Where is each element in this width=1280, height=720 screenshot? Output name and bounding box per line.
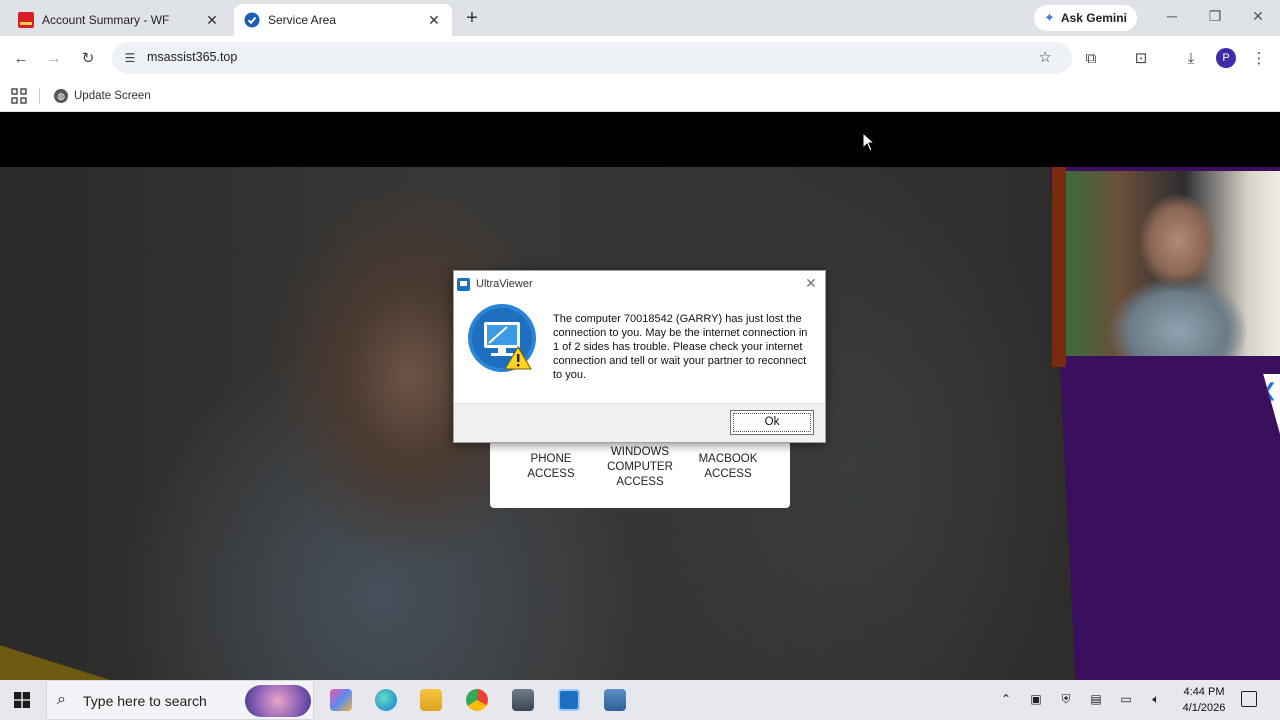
bookmark-label: Update Screen: [74, 90, 151, 102]
file-explorer-icon[interactable]: [420, 689, 442, 711]
forward-arrow-icon[interactable]: →: [43, 48, 65, 70]
monitor-warning-icon: [468, 304, 536, 372]
tray-app-icon[interactable]: ▣: [1028, 692, 1044, 706]
restore-icon[interactable]: ❐: [1205, 8, 1225, 25]
ultraviewer-dialog: UltraViewer ✕ The computer 70018542 (GAR…: [453, 270, 826, 443]
network-icon[interactable]: ▭: [1118, 692, 1134, 706]
camera-app-icon[interactable]: [512, 689, 534, 711]
bookmark-star-icon[interactable]: ☆: [1039, 48, 1052, 66]
clock-time: 4:44 PM: [1183, 686, 1225, 698]
ok-button[interactable]: Ok: [730, 410, 814, 435]
notification-center-icon[interactable]: [1241, 691, 1257, 707]
clock-date: 4/1/2026: [1182, 702, 1226, 714]
dialog-close-icon[interactable]: ✕: [803, 275, 819, 292]
wf-favicon-icon: [18, 12, 34, 28]
service-favicon-icon: [244, 12, 260, 28]
taskbar-clock[interactable]: 4:44 PM 4/1/2026: [1176, 684, 1232, 716]
ask-gemini-label: Ask Gemini: [1060, 11, 1127, 25]
address-bar[interactable]: ☰ msassist365.top ☆: [112, 42, 1072, 74]
search-highlight-icon[interactable]: [245, 685, 311, 717]
mouse-cursor-icon: [862, 132, 876, 152]
tray-security-icon[interactable]: ⛨: [1058, 692, 1074, 707]
bookmark-separator: [39, 88, 40, 104]
new-tab-button[interactable]: +: [462, 8, 482, 28]
copilot-icon[interactable]: [330, 689, 352, 711]
menu-kebab-icon[interactable]: ⋮: [1248, 48, 1270, 70]
site-settings-icon[interactable]: ☰: [122, 50, 138, 66]
windows-start-icon[interactable]: [14, 692, 30, 708]
globe-icon: ◍: [54, 89, 68, 103]
search-placeholder: Type here to search: [83, 693, 207, 709]
browser-toolbar: ← → ↻ ☰ msassist365.top ☆ ⧉ ⊡ ⤓ P ⋮: [0, 36, 1280, 80]
ultraviewer-app-icon: [457, 278, 470, 291]
dialog-titlebar: UltraViewer ✕: [454, 271, 825, 299]
download-icon[interactable]: ⤓: [1180, 48, 1202, 70]
tray-device-icon[interactable]: ▤: [1088, 692, 1104, 706]
search-icon: ⌕: [57, 691, 66, 708]
windows-access-option[interactable]: WINDOWS COMPUTER ACCESS: [595, 445, 685, 490]
taskbar-search[interactable]: ⌕ Type here to search: [46, 680, 314, 720]
tab-strip: Account Summary - WF ✕ Service Area ✕ + …: [0, 0, 1280, 36]
page-header-bar: [0, 112, 1280, 167]
extensions-icon[interactable]: ⧉: [1080, 48, 1102, 70]
dialog-title: UltraViewer: [476, 278, 533, 290]
remote-tool-icon[interactable]: [604, 689, 626, 711]
tab-search-icon[interactable]: ⊡: [1130, 48, 1152, 70]
apps-grid-icon[interactable]: [11, 88, 27, 104]
close-window-icon[interactable]: ✕: [1248, 8, 1268, 25]
dialog-message: The computer 70018542 (GARRY) has just l…: [553, 313, 808, 381]
tab-service-area[interactable]: Service Area ✕: [234, 4, 452, 36]
url-text[interactable]: msassist365.top: [147, 50, 237, 64]
tab-account-summary[interactable]: Account Summary - WF ✕: [8, 4, 230, 36]
reload-icon[interactable]: ↻: [77, 48, 99, 70]
tab-title: Account Summary - WF: [42, 13, 170, 27]
phone-access-option[interactable]: PHONE ACCESS: [506, 452, 596, 482]
windows-taskbar: ⌕ Type here to search ⌃ ▣ ⛨ ▤ ▭ 🔈︎ 4:44 …: [0, 680, 1280, 720]
minimize-icon[interactable]: ─: [1162, 8, 1182, 24]
ultraviewer-taskbar-icon[interactable]: [558, 689, 580, 711]
decorative-strip: [1052, 167, 1066, 367]
close-tab-icon[interactable]: ✕: [204, 12, 220, 29]
macbook-access-option[interactable]: MACBOOK ACCESS: [683, 452, 773, 482]
profile-avatar[interactable]: P: [1216, 48, 1236, 68]
gemini-sparkle-icon: ✦: [1044, 10, 1055, 25]
access-options-card: PHONE ACCESS WINDOWS COMPUTER ACCESS MACBOO…: [490, 441, 790, 508]
tab-title: Service Area: [268, 13, 337, 27]
chrome-icon[interactable]: [466, 689, 488, 711]
bookmark-update-screen[interactable]: ◍ Update Screen: [54, 85, 151, 107]
bookmarks-bar: ◍ Update Screen: [0, 80, 1280, 112]
dialog-footer: Ok: [454, 403, 825, 442]
close-tab-icon[interactable]: ✕: [426, 12, 442, 29]
tray-chevron-up-icon[interactable]: ⌃: [998, 692, 1014, 706]
webcam-video-overlay: [1066, 171, 1280, 356]
ask-gemini-button[interactable]: ✦ Ask Gemini: [1034, 5, 1137, 31]
back-arrow-icon[interactable]: ←: [10, 48, 32, 70]
edge-icon[interactable]: [375, 689, 397, 711]
volume-icon[interactable]: 🔈︎: [1148, 692, 1164, 707]
